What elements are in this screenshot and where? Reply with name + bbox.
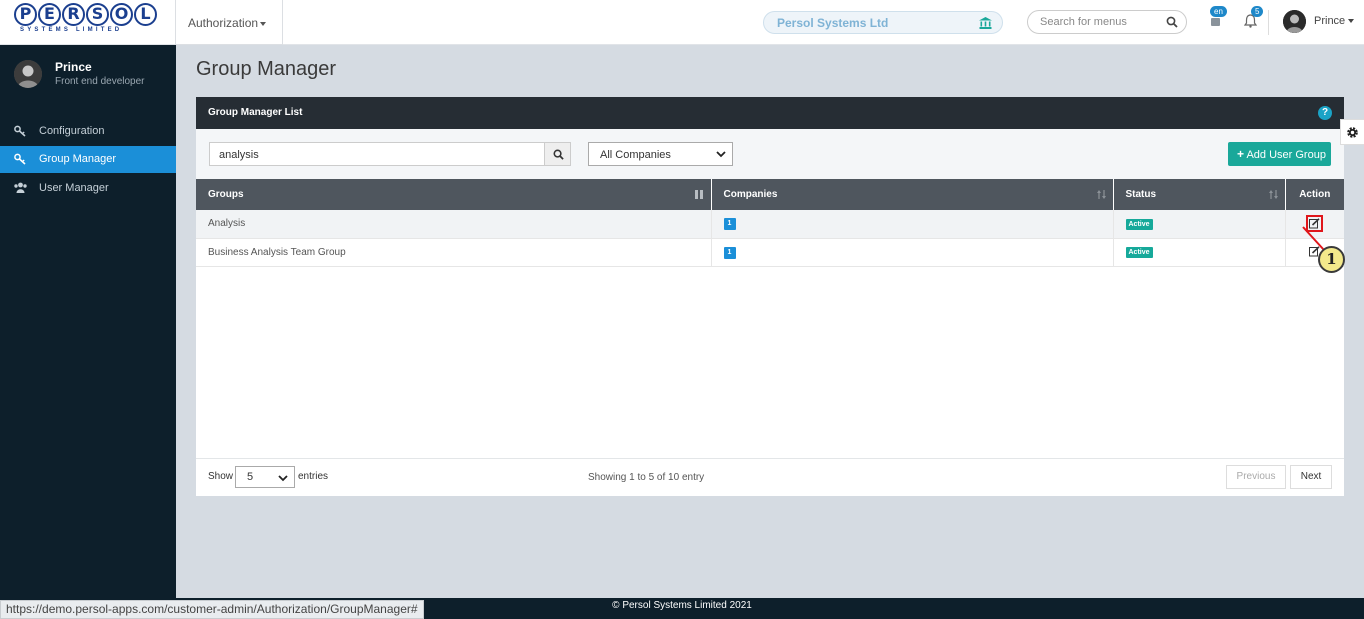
plus-icon: + bbox=[1237, 147, 1245, 161]
column-label: Groups bbox=[208, 189, 244, 200]
column-label: Action bbox=[1299, 189, 1331, 200]
profile-name: Prince bbox=[55, 60, 92, 74]
companies-count-badge[interactable]: 1 bbox=[723, 218, 736, 231]
search-icon[interactable] bbox=[1166, 16, 1178, 28]
search-icon bbox=[553, 149, 564, 160]
sort-icon bbox=[1096, 190, 1106, 199]
column-header-companies[interactable]: Companies bbox=[711, 179, 1114, 210]
key-icon bbox=[14, 153, 26, 165]
card-title: Group Manager List bbox=[208, 107, 303, 118]
table-toolbar: analysis All Companies + Add User Group bbox=[196, 129, 1344, 179]
module-label: Authorization bbox=[188, 16, 259, 30]
group-name: Business Analysis Team Group bbox=[196, 238, 712, 266]
menu-search-input[interactable]: Search for menus bbox=[1027, 10, 1187, 34]
pagination-info: Showing 1 to 5 of 10 entry bbox=[588, 472, 705, 483]
caret-down-icon bbox=[1348, 19, 1355, 24]
sidebar-item-user-manager[interactable]: User Manager bbox=[0, 175, 176, 202]
key-icon bbox=[14, 125, 26, 137]
entries-label: entries bbox=[298, 471, 329, 482]
table-row[interactable]: Business Analysis Team Group 1 Active bbox=[196, 238, 1344, 266]
group-name: Analysis bbox=[196, 210, 712, 238]
status-cell: Active bbox=[1113, 210, 1286, 238]
page-size-select[interactable]: 5 bbox=[235, 466, 295, 488]
chevron-down-icon bbox=[716, 151, 726, 158]
companies-cell: 1 bbox=[711, 238, 1114, 266]
logo-letter: O bbox=[110, 3, 133, 26]
add-user-group-button[interactable]: + Add User Group bbox=[1228, 142, 1331, 166]
group-manager-card: Group Manager List ? analysis All Compan… bbox=[196, 97, 1344, 496]
sort-icon bbox=[1268, 190, 1278, 199]
step-marker: 1 bbox=[1318, 246, 1345, 273]
column-header-action: Action bbox=[1285, 179, 1344, 210]
search-button[interactable] bbox=[544, 142, 571, 166]
profile-role: Front end developer bbox=[55, 76, 145, 87]
company-filter-value: All Companies bbox=[600, 149, 671, 161]
caret-down-icon bbox=[260, 21, 267, 26]
profile-avatar bbox=[14, 60, 42, 88]
module-dropdown[interactable]: Authorization bbox=[175, 0, 283, 45]
previous-page-button[interactable]: Previous bbox=[1226, 465, 1286, 489]
column-label: Status bbox=[1125, 189, 1157, 200]
logo-letter: S bbox=[86, 3, 109, 26]
logo-subtitle: SYSTEMS LIMITED bbox=[20, 27, 123, 33]
logo-letter: L bbox=[134, 3, 157, 26]
add-button-label: Add User Group bbox=[1246, 149, 1326, 161]
status-badge: Active bbox=[1125, 247, 1153, 258]
next-page-button[interactable]: Next bbox=[1290, 465, 1332, 489]
table-row[interactable]: Analysis 1 Active bbox=[196, 210, 1344, 238]
column-header-groups[interactable]: Groups bbox=[196, 179, 712, 210]
page-title: Group Manager bbox=[196, 58, 337, 80]
bank-icon bbox=[979, 17, 992, 29]
gear-icon bbox=[1347, 127, 1358, 138]
table-footer: Show 5 entries Showing 1 to 5 of 10 entr… bbox=[196, 458, 1344, 496]
language-badge: en bbox=[1210, 6, 1227, 17]
status-cell: Active bbox=[1113, 238, 1286, 266]
companies-cell: 1 bbox=[711, 210, 1114, 238]
table-header-row: Groups Companies Status Action bbox=[196, 179, 1344, 210]
column-label: Companies bbox=[723, 189, 778, 200]
logo-letter: E bbox=[38, 3, 61, 26]
user-menu[interactable]: Prince bbox=[1314, 15, 1355, 27]
persol-logo[interactable]: P E R S O L SYSTEMS LIMITED bbox=[14, 3, 160, 37]
card-header: Group Manager List ? bbox=[196, 97, 1344, 129]
group-search-input[interactable]: analysis bbox=[209, 142, 545, 166]
status-badge: Active bbox=[1125, 218, 1153, 230]
avatar-image bbox=[14, 60, 42, 88]
sort-icon bbox=[694, 190, 703, 199]
chevron-down-icon bbox=[278, 475, 288, 482]
company-filter-select[interactable]: All Companies bbox=[588, 142, 733, 166]
companies-count-badge[interactable]: 1 bbox=[723, 246, 736, 259]
username-label: Prince bbox=[1314, 15, 1346, 27]
logo-letter: P bbox=[14, 3, 37, 26]
logo-letter: R bbox=[62, 3, 85, 26]
top-bar: P E R S O L SYSTEMS LIMITED Authorizatio… bbox=[0, 0, 1364, 45]
sidebar-item-label: User Manager bbox=[39, 182, 109, 194]
search-placeholder: Search for menus bbox=[1040, 16, 1127, 28]
user-avatar[interactable] bbox=[1283, 10, 1306, 33]
sidebar-item-label: Group Manager bbox=[39, 153, 117, 165]
sidebar-item-label: Configuration bbox=[39, 125, 105, 137]
notification-badge: 5 bbox=[1251, 6, 1264, 17]
group-table: Groups Companies Status Action Analysis … bbox=[196, 179, 1344, 267]
column-header-status[interactable]: Status bbox=[1113, 179, 1286, 210]
company-name: Persol Systems Ltd bbox=[777, 16, 889, 30]
show-label: Show bbox=[208, 471, 234, 482]
sidebar: Prince Front end developer Configuration… bbox=[0, 45, 176, 598]
search-value: analysis bbox=[219, 149, 259, 161]
sidebar-item-group-manager[interactable]: Group Manager bbox=[0, 146, 176, 173]
avatar-image bbox=[1283, 10, 1306, 33]
status-bar-url: https://demo.persol-apps.com/customer-ad… bbox=[0, 600, 424, 619]
page-size-value: 5 bbox=[247, 471, 254, 483]
sidebar-item-configuration[interactable]: Configuration bbox=[0, 118, 176, 145]
help-icon[interactable]: ? bbox=[1318, 106, 1332, 120]
settings-panel-toggle[interactable] bbox=[1340, 119, 1364, 145]
divider bbox=[1268, 10, 1269, 35]
users-icon bbox=[14, 182, 27, 193]
company-selector[interactable]: Persol Systems Ltd bbox=[763, 11, 1003, 34]
